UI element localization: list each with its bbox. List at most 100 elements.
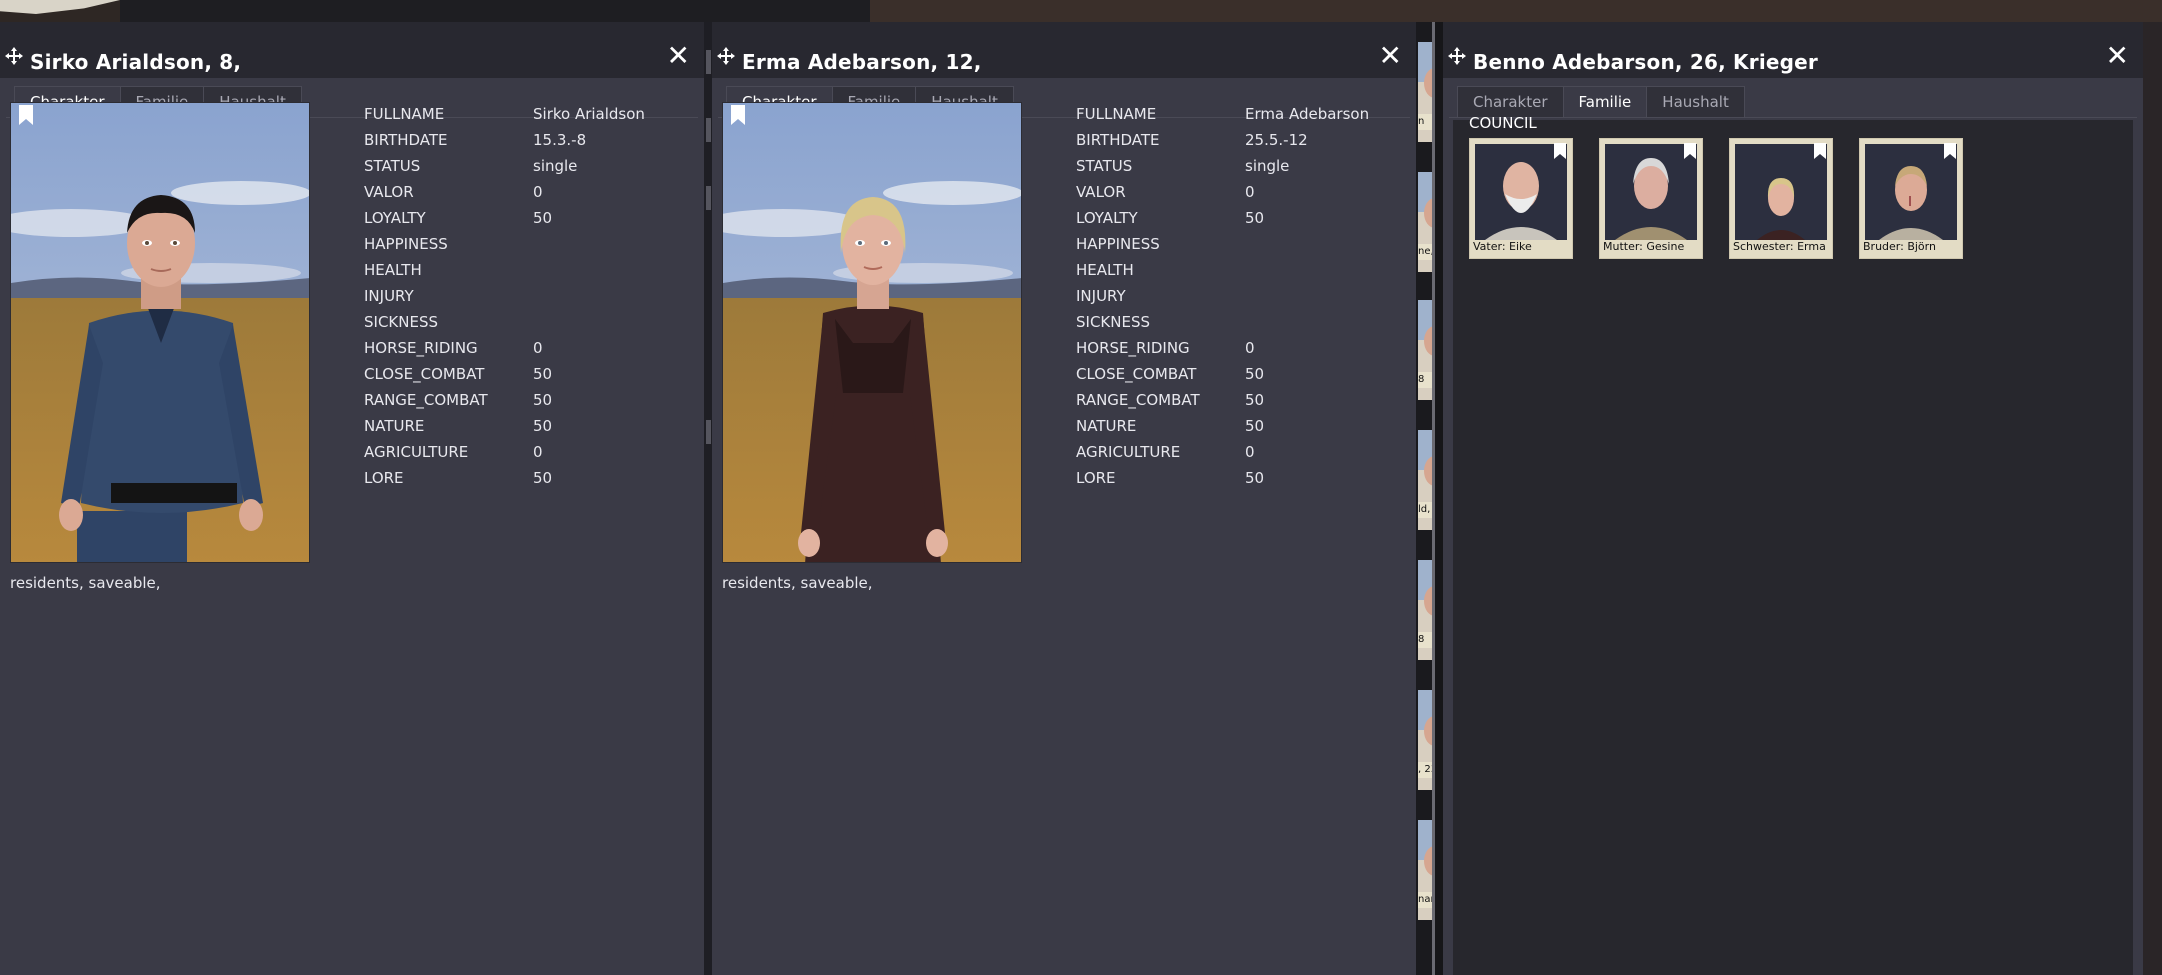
bookmark-icon[interactable] — [730, 105, 746, 125]
attr-value: 0 — [1245, 339, 1255, 357]
attr-key: STATUS — [1076, 157, 1133, 175]
scroll-marks — [706, 420, 711, 444]
move-arrows-icon[interactable] — [1447, 46, 1467, 66]
attr-value: Sirko Arialdson — [533, 105, 645, 123]
family-card-brother[interactable]: Bruder: Björn — [1859, 138, 1963, 259]
family-card-label: Bruder: Björn — [1863, 240, 1936, 253]
attr-key: HAPPINESS — [1076, 235, 1160, 253]
tab-familie[interactable]: Familie — [1562, 86, 1648, 118]
portrait-boy-image — [11, 103, 309, 562]
attr-value: 0 — [533, 183, 543, 201]
right-edge — [2143, 22, 2162, 975]
attr-value: 50 — [533, 365, 553, 383]
bookmark-icon[interactable] — [18, 105, 34, 125]
character-portrait — [722, 102, 1022, 563]
attr-key: NATURE — [1076, 417, 1137, 435]
attr-key: RANGE_COMBAT — [1076, 391, 1200, 409]
family-card-label: Mutter: Gesine — [1603, 240, 1685, 253]
council-label: COUNCIL — [1469, 114, 1537, 132]
attr-value: 0 — [1245, 443, 1255, 461]
attr-key: BIRTHDATE — [1076, 131, 1160, 149]
scroll-marks — [706, 50, 711, 74]
family-card-label: Schwester: Erma — [1733, 240, 1826, 253]
attr-key: AGRICULTURE — [1076, 443, 1181, 461]
tab-haushalt[interactable]: Haushalt — [1646, 86, 1745, 118]
bookmark-icon[interactable] — [1554, 143, 1566, 159]
attr-key: STATUS — [364, 157, 421, 175]
move-arrows-icon[interactable] — [716, 46, 736, 66]
attr-key: CLOSE_COMBAT — [364, 365, 485, 383]
attr-value: 50 — [533, 209, 553, 227]
attr-key: FULLNAME — [364, 105, 445, 123]
top-background-strip — [0, 0, 2162, 22]
attr-value: single — [533, 157, 578, 175]
character-portrait — [10, 102, 310, 563]
scroll-marks — [706, 118, 711, 142]
panel-divider — [1435, 22, 1443, 975]
attr-key: AGRICULTURE — [364, 443, 469, 461]
attr-value: 25.5.-12 — [1245, 131, 1308, 149]
attr-key: BIRTHDATE — [364, 131, 448, 149]
portrait-girl-image — [723, 103, 1021, 562]
attr-value: 50 — [1245, 469, 1265, 487]
character-panel-benno: Benno Adebarson, 26, Krieger ✕ Charakter… — [1443, 22, 2143, 975]
attr-value: 50 — [1245, 365, 1265, 383]
bookmark-icon[interactable] — [1814, 143, 1826, 159]
character-tags: residents, saveable, — [722, 574, 873, 592]
tab-divider — [1449, 117, 2137, 118]
attr-value: 50 — [1245, 417, 1265, 435]
attr-value: 50 — [1245, 209, 1265, 227]
attr-key: SICKNESS — [1076, 313, 1150, 331]
family-card-mother[interactable]: Mutter: Gesine — [1599, 138, 1703, 259]
attr-key: CLOSE_COMBAT — [1076, 365, 1197, 383]
character-panel-erma: Erma Adebarson, 12, ✕ Charakter Familie … — [712, 22, 1416, 975]
attr-value: 15.3.-8 — [533, 131, 587, 149]
family-card-sister[interactable]: Schwester: Erma — [1729, 138, 1833, 259]
attr-key: HORSE_RIDING — [364, 339, 478, 357]
attr-key: SICKNESS — [364, 313, 438, 331]
attr-key: HORSE_RIDING — [1076, 339, 1190, 357]
attr-key: FULLNAME — [1076, 105, 1157, 123]
attr-key: LORE — [364, 469, 404, 487]
bookmark-icon[interactable] — [1944, 143, 1956, 159]
attr-value: 0 — [533, 443, 543, 461]
attr-value: 50 — [533, 391, 553, 409]
family-card-father[interactable]: Vater: Eike — [1469, 138, 1573, 259]
character-tags: residents, saveable, — [10, 574, 161, 592]
attr-key: NATURE — [364, 417, 425, 435]
attr-value: single — [1245, 157, 1290, 175]
family-card-label: Vater: Eike — [1473, 240, 1532, 253]
close-icon[interactable]: ✕ — [667, 42, 690, 70]
attr-key: HEALTH — [1076, 261, 1134, 279]
panel-title: Benno Adebarson, 26, Krieger — [1473, 50, 1818, 74]
background-bar — [120, 0, 870, 22]
background-bar-brown — [870, 0, 2162, 22]
close-icon[interactable]: ✕ — [1379, 42, 1402, 70]
desktop: { "panels": [ { "title": "Sirko Arialdso… — [0, 0, 2162, 975]
character-panel-sirko: Sirko Arialdson, 8, ✕ Charakter Familie … — [0, 22, 704, 975]
attr-key: VALOR — [1076, 183, 1126, 201]
attr-value: Erma Adebarson — [1245, 105, 1370, 123]
attr-value: 50 — [1245, 391, 1265, 409]
attr-key: LOYALTY — [364, 209, 426, 227]
panel-title: Sirko Arialdson, 8, — [30, 50, 242, 74]
bookmark-icon[interactable] — [1684, 143, 1696, 159]
attr-key: HEALTH — [364, 261, 422, 279]
paper-scrap — [0, 0, 120, 14]
attr-key: INJURY — [364, 287, 414, 305]
scroll-marks — [706, 186, 711, 210]
attr-key: VALOR — [364, 183, 414, 201]
attr-value: 50 — [533, 469, 553, 487]
panel-title: Erma Adebarson, 12, — [742, 50, 982, 74]
attr-key: LOYALTY — [1076, 209, 1138, 227]
close-icon[interactable]: ✕ — [2106, 42, 2129, 70]
attr-value: 50 — [533, 417, 553, 435]
attr-value: 0 — [1245, 183, 1255, 201]
attr-value: 0 — [533, 339, 543, 357]
panel-divider — [704, 22, 712, 975]
attr-key: RANGE_COMBAT — [364, 391, 488, 409]
attr-key: HAPPINESS — [364, 235, 448, 253]
attr-key: LORE — [1076, 469, 1116, 487]
attr-key: INJURY — [1076, 287, 1126, 305]
move-arrows-icon[interactable] — [4, 46, 24, 66]
